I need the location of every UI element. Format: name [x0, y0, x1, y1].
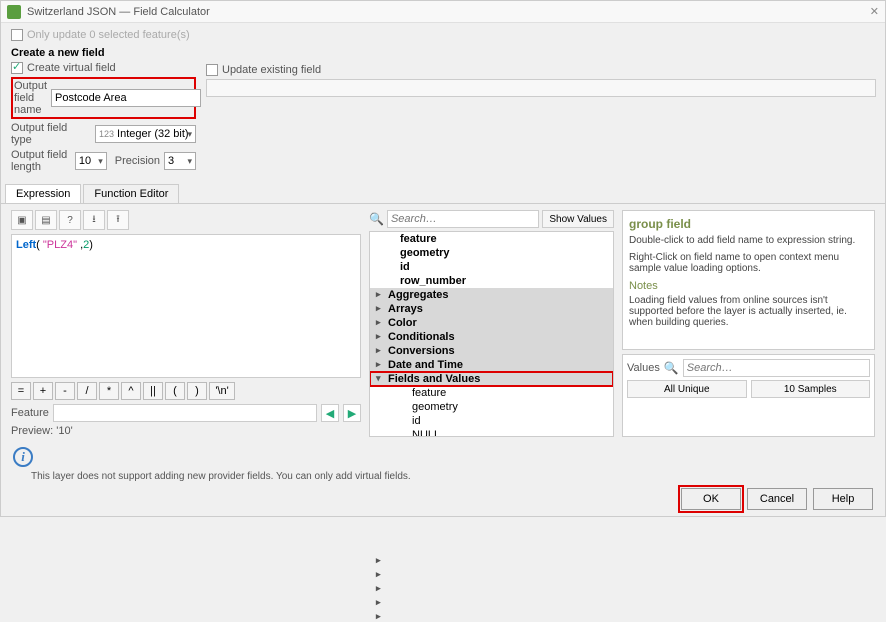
tool-clear-icon[interactable]: ▤ — [35, 210, 57, 230]
tree-category-fields-values[interactable]: Fields and Values — [370, 372, 613, 386]
op-button[interactable]: * — [99, 382, 119, 400]
feature-next-button[interactable]: ▶ — [343, 404, 361, 422]
all-unique-button[interactable]: All Unique — [627, 380, 747, 398]
tree-field[interactable]: feature — [370, 386, 613, 400]
tree-item[interactable]: id — [370, 260, 613, 274]
info-icon: i — [13, 447, 33, 467]
op-button[interactable]: + — [33, 382, 53, 400]
tab-expression[interactable]: Expression — [5, 184, 81, 203]
help-button[interactable]: Help — [813, 488, 873, 510]
search-icon: 🔍 — [369, 212, 384, 226]
op-button[interactable]: ) — [187, 382, 207, 400]
ok-button[interactable]: OK — [681, 488, 741, 510]
update-existing-checkbox[interactable] — [206, 64, 218, 76]
tool-save-icon[interactable]: ▣ — [11, 210, 33, 230]
tree-category[interactable]: Conversions — [370, 344, 613, 358]
help-panel: group field Double-click to add field na… — [622, 210, 875, 350]
dialog-buttons: OK Cancel Help — [669, 482, 885, 516]
values-search-icon: 🔍 — [664, 361, 679, 375]
precision-label: Precision — [115, 155, 160, 167]
samples-button[interactable]: 10 Samples — [751, 380, 871, 398]
tab-function-editor[interactable]: Function Editor — [83, 184, 179, 203]
tree-search-input[interactable] — [387, 210, 539, 228]
op-button[interactable]: / — [77, 382, 97, 400]
tree-category[interactable]: Date and Time — [370, 358, 613, 372]
tree-category[interactable]: Conditionals — [370, 330, 613, 344]
op-button[interactable]: '\n' — [209, 382, 235, 400]
tree-category[interactable]: Color — [370, 316, 613, 330]
tool-import-icon[interactable]: ⭳ — [83, 210, 105, 230]
tree-field[interactable]: geometry — [370, 400, 613, 414]
tree-field[interactable]: id — [370, 414, 613, 428]
preview-row: Preview: '10' — [11, 425, 361, 437]
create-new-field-heading: Create a new field — [11, 47, 196, 59]
op-button[interactable]: ^ — [121, 382, 141, 400]
field-length-label: Output field length — [11, 149, 71, 173]
cancel-button[interactable]: Cancel — [747, 488, 807, 510]
tool-export-icon[interactable]: ⭱ — [107, 210, 129, 230]
help-title: group field — [629, 217, 868, 231]
tree-category[interactable]: Arrays — [370, 302, 613, 316]
update-field-select — [206, 79, 876, 97]
tab-bar: Expression Function Editor — [1, 184, 885, 204]
window-title: Switzerland JSON — Field Calculator — [27, 6, 210, 18]
expression-editor[interactable]: Left( "PLZ4" ,2) — [11, 234, 361, 378]
operator-row: =+-/*^||()'\n' — [11, 382, 361, 400]
tool-help-icon[interactable]: ? — [59, 210, 81, 230]
tree-category[interactable]: Aggregates — [370, 288, 613, 302]
close-icon[interactable]: ✕ — [870, 5, 879, 18]
values-panel: Values 🔍 All Unique 10 Samples — [622, 354, 875, 437]
op-button[interactable]: - — [55, 382, 75, 400]
tree-field[interactable]: NULL — [370, 428, 613, 437]
tree-item[interactable]: feature — [370, 232, 613, 246]
only-update-checkbox — [11, 29, 23, 41]
feature-prev-button[interactable]: ◀ — [321, 404, 339, 422]
show-values-button[interactable]: Show Values — [542, 210, 614, 228]
titlebar: Switzerland JSON — Field Calculator ✕ — [1, 1, 885, 23]
create-virtual-label: Create virtual field — [27, 62, 116, 74]
field-type-select[interactable]: 123 Integer (32 bit) — [95, 125, 196, 143]
field-length-spinner[interactable]: 10 — [75, 152, 107, 170]
update-existing-label: Update existing field — [222, 64, 321, 76]
app-icon — [7, 5, 21, 19]
op-button[interactable]: ( — [165, 382, 185, 400]
op-button[interactable]: || — [143, 382, 163, 400]
field-type-label: Output field type — [11, 122, 91, 146]
tree-item[interactable]: row_number — [370, 274, 613, 288]
field-name-input[interactable] — [51, 89, 201, 107]
only-update-label: Only update 0 selected feature(s) — [27, 29, 190, 41]
feature-select[interactable] — [53, 404, 317, 422]
field-name-label: Output field name — [14, 80, 47, 116]
create-virtual-checkbox[interactable] — [11, 62, 23, 74]
feature-label: Feature — [11, 407, 49, 419]
function-tree[interactable]: featuregeometryidrow_numberAggregatesArr… — [369, 231, 614, 437]
tree-item[interactable]: geometry — [370, 246, 613, 260]
precision-spinner[interactable]: 3 — [164, 152, 196, 170]
values-label: Values — [627, 362, 660, 374]
warning-text: This layer does not support adding new p… — [31, 471, 885, 482]
values-search-input[interactable] — [683, 359, 870, 377]
op-button[interactable]: = — [11, 382, 31, 400]
editor-toolbar: ▣ ▤ ? ⭳ ⭱ — [11, 210, 361, 230]
